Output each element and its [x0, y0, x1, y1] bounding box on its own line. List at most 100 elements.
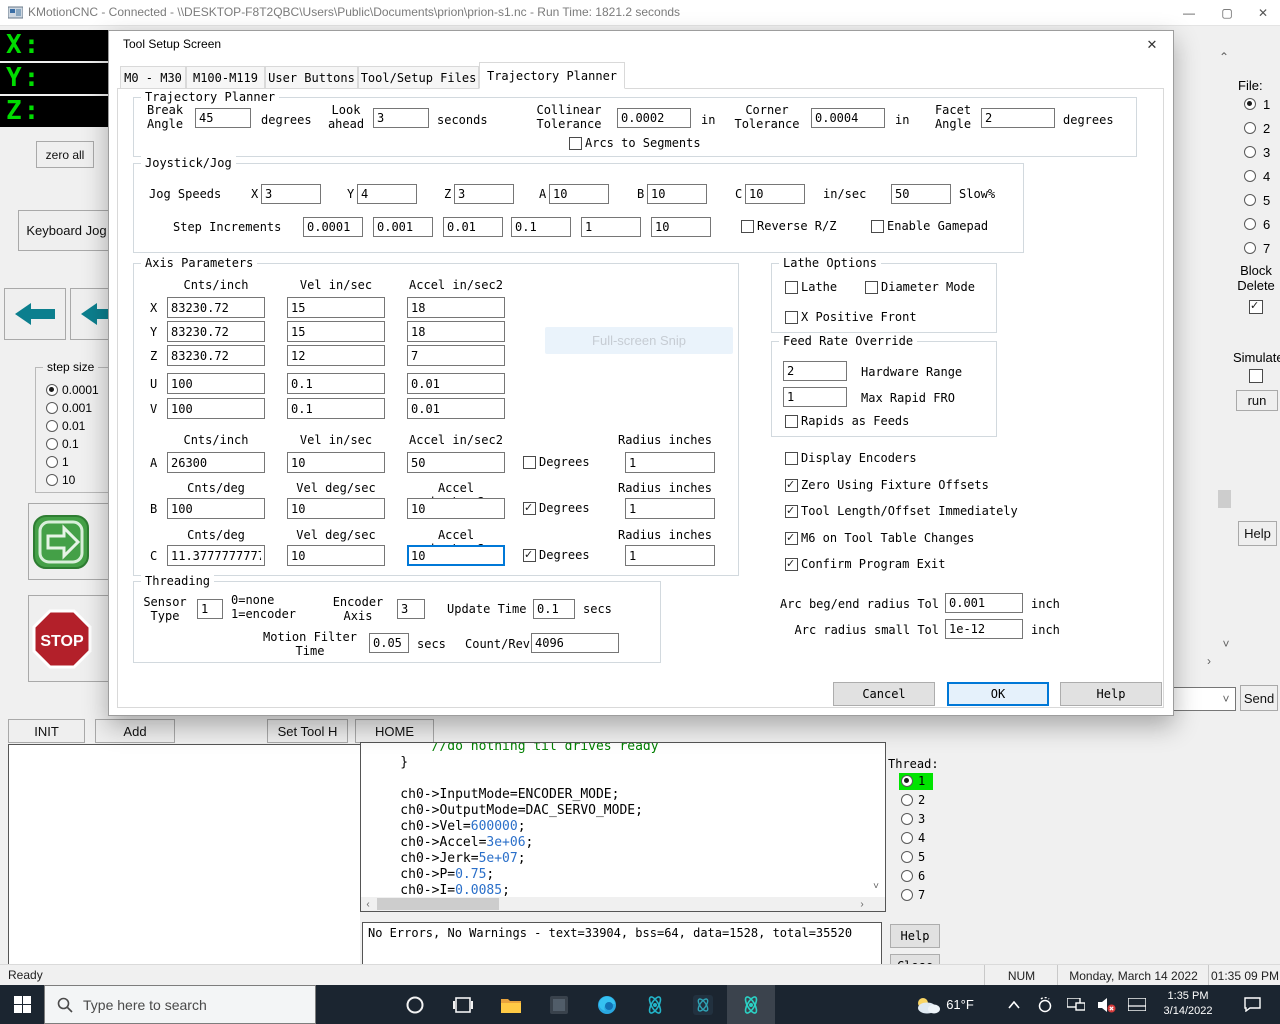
jog-speed-z-input[interactable] — [454, 184, 514, 204]
axis-v-accel-input[interactable] — [407, 398, 505, 419]
axis-c-degrees-checkbox[interactable] — [523, 549, 536, 562]
scroll-left-icon[interactable]: ‹ — [361, 897, 375, 911]
axis-a-radius-input[interactable] — [625, 452, 715, 473]
jog-left-button[interactable] — [4, 288, 66, 340]
diameter-mode-checkbox[interactable] — [865, 281, 878, 294]
step-size-radio[interactable] — [46, 474, 58, 486]
set-tool-h-button[interactable]: Set Tool H — [267, 719, 348, 743]
kmotion-app-icon[interactable] — [679, 985, 727, 1024]
step-size-radio[interactable] — [46, 456, 58, 468]
x-positive-front-checkbox[interactable] — [785, 311, 798, 324]
break-angle-input[interactable] — [195, 108, 251, 128]
code-area[interactable]: //do nothing til drives ready } ch0->Inp… — [361, 743, 871, 897]
photos-icon[interactable] — [535, 985, 583, 1024]
zero-fixture-offsets-checkbox[interactable] — [785, 479, 798, 492]
tab-m0-m30[interactable]: M0 - M30 — [120, 66, 186, 89]
axis-y-accel-input[interactable] — [407, 321, 505, 342]
arc-beg-end-input[interactable] — [945, 593, 1023, 613]
update-time-input[interactable] — [533, 599, 575, 619]
axis-u-accel-input[interactable] — [407, 373, 505, 394]
simulate-checkbox[interactable] — [1249, 369, 1263, 383]
gcode-view[interactable] — [8, 744, 360, 964]
send-button[interactable]: Send — [1240, 685, 1278, 711]
code-editor[interactable]: //do nothing til drives ready } ch0->Inp… — [360, 742, 886, 912]
keyboard-jog-button[interactable]: Keyboard Jog — [18, 210, 115, 251]
step-increment-input[interactable] — [581, 217, 641, 237]
weather-widget[interactable]: 61°F — [905, 985, 983, 1024]
tab-m100-m119[interactable]: M100-M119 — [186, 66, 265, 89]
ok-button[interactable]: OK — [947, 682, 1049, 706]
axis-v-vel-input[interactable] — [287, 398, 385, 419]
axis-b-accel-input[interactable] — [407, 498, 505, 519]
file-radio[interactable] — [1244, 218, 1256, 230]
axis-x-vel-input[interactable] — [287, 297, 385, 318]
reverse-rz-checkbox[interactable] — [741, 220, 754, 233]
axis-b-degrees-checkbox[interactable] — [523, 502, 536, 515]
add-button[interactable]: Add — [95, 719, 175, 743]
minimize-icon[interactable]: — — [1172, 0, 1206, 25]
editor-hscrollbar[interactable]: ‹ › — [361, 897, 885, 911]
sensor-type-input[interactable] — [197, 599, 223, 619]
help-button[interactable]: Help — [1060, 682, 1162, 706]
home-button[interactable]: HOME — [355, 719, 434, 743]
thread-radio[interactable] — [901, 813, 913, 825]
encoder-axis-input[interactable] — [397, 599, 425, 619]
enable-gamepad-checkbox[interactable] — [871, 220, 884, 233]
lathe-checkbox[interactable] — [785, 281, 798, 294]
motion-filter-input[interactable] — [369, 633, 409, 653]
thread-radio[interactable] — [901, 851, 913, 863]
thread-radio[interactable] — [901, 775, 913, 787]
step-increment-input[interactable] — [373, 217, 433, 237]
axis-x-cnts-input[interactable] — [167, 297, 265, 318]
hscrollbar-thumb[interactable] — [377, 898, 499, 910]
step-size-radio[interactable] — [46, 420, 58, 432]
jog-speed-b-input[interactable] — [647, 184, 707, 204]
taskbar-search[interactable]: Type here to search — [44, 985, 316, 1024]
close-icon[interactable]: ✕ — [1246, 0, 1280, 25]
volume-muted-icon[interactable] — [1092, 985, 1122, 1024]
axis-c-cnts-input[interactable] — [167, 545, 265, 566]
collinear-tolerance-input[interactable] — [617, 108, 691, 128]
confirm-exit-checkbox[interactable] — [785, 558, 798, 571]
start-button[interactable] — [0, 985, 44, 1024]
jog-speed-y-input[interactable] — [357, 184, 417, 204]
axis-z-cnts-input[interactable] — [167, 345, 265, 366]
axis-b-radius-input[interactable] — [625, 498, 715, 519]
hardware-range-input[interactable] — [783, 361, 847, 381]
step-increment-input[interactable] — [443, 217, 503, 237]
cycle-start-button[interactable] — [28, 503, 116, 580]
file-radio[interactable] — [1244, 98, 1256, 110]
step-increment-input[interactable] — [303, 217, 363, 237]
thread-radio[interactable] — [901, 889, 913, 901]
onedrive-sync-icon[interactable] — [1030, 985, 1060, 1024]
file-radio[interactable] — [1244, 146, 1256, 158]
axis-a-accel-input[interactable] — [407, 452, 505, 473]
scroll-right-icon[interactable]: › — [1202, 655, 1216, 667]
cancel-button[interactable]: Cancel — [833, 682, 935, 706]
tool-length-offset-checkbox[interactable] — [785, 505, 798, 518]
taskbar-clock[interactable]: 1:35 PM 3/14/2022 — [1155, 989, 1221, 1019]
file-explorer-icon[interactable] — [487, 985, 535, 1024]
step-increment-input[interactable] — [651, 217, 711, 237]
thread-radio[interactable] — [901, 794, 913, 806]
axis-c-accel-input[interactable] — [407, 545, 505, 566]
axis-v-cnts-input[interactable] — [167, 398, 265, 419]
cortana-icon[interactable] — [391, 985, 439, 1024]
step-size-radio[interactable] — [46, 438, 58, 450]
touch-keyboard-icon[interactable] — [1122, 985, 1152, 1024]
tab-trajectory-planner[interactable]: Trajectory Planner — [479, 62, 625, 89]
task-view-icon[interactable] — [439, 985, 487, 1024]
edge-icon[interactable] — [583, 985, 631, 1024]
action-center-icon[interactable] — [1232, 985, 1272, 1024]
rapids-as-feeds-checkbox[interactable] — [785, 415, 798, 428]
scrollbar-thumb[interactable] — [1218, 490, 1231, 508]
axis-z-accel-input[interactable] — [407, 345, 505, 366]
gcode-scrollbar[interactable] — [1217, 470, 1232, 650]
jog-speed-x-input[interactable] — [261, 184, 321, 204]
dialog-close-icon[interactable]: ✕ — [1139, 35, 1165, 55]
editor-help-button[interactable]: Help — [890, 924, 940, 948]
axis-c-vel-input[interactable] — [287, 545, 385, 566]
tab-user-buttons[interactable]: User Buttons — [265, 66, 358, 89]
right-help-button[interactable]: Help — [1238, 521, 1277, 546]
zero-all-button[interactable]: zero all — [36, 141, 94, 168]
